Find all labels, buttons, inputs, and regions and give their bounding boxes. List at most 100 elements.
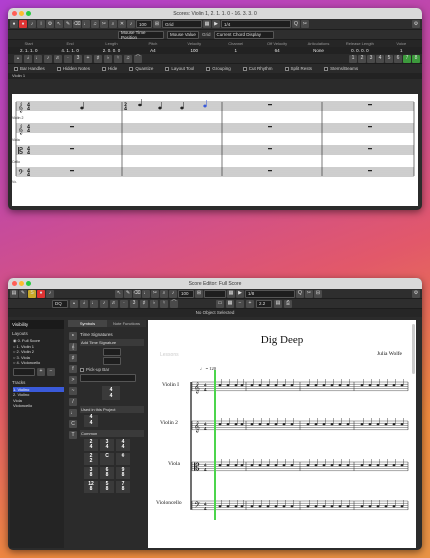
close-icon[interactable] (12, 11, 17, 16)
note[interactable] (314, 384, 318, 387)
note[interactable] (226, 505, 230, 508)
note[interactable] (234, 464, 238, 467)
play-icon[interactable]: ▶ (236, 289, 244, 298)
snap-select[interactable] (204, 289, 226, 298)
note[interactable] (218, 464, 222, 467)
note[interactable] (290, 464, 294, 467)
note[interactable] (338, 464, 342, 467)
note[interactable] (226, 384, 230, 387)
note[interactable] (314, 423, 318, 426)
note[interactable] (330, 423, 334, 426)
note[interactable] (290, 505, 294, 508)
note[interactable] (368, 505, 372, 508)
chord-icon[interactable]: C (69, 420, 77, 428)
listen-icon[interactable]: ♪ (46, 289, 54, 298)
opt-hide[interactable]: Hide (102, 66, 117, 71)
tab-visibility[interactable]: Visibility (10, 320, 64, 329)
close-icon[interactable] (12, 281, 17, 286)
note[interactable] (360, 423, 364, 426)
ts-numerator-field[interactable] (103, 348, 121, 356)
note[interactable] (80, 106, 84, 110)
note[interactable] (376, 464, 380, 467)
flat-icon[interactable]: ♭ (150, 299, 158, 308)
selected-note[interactable] (203, 104, 207, 108)
note[interactable] (330, 464, 334, 467)
note[interactable] (392, 464, 396, 467)
common-ts-item[interactable]: 22 (84, 453, 98, 465)
note[interactable] (274, 505, 278, 508)
draw-icon[interactable]: ✎ (124, 289, 132, 298)
dot-icon[interactable]: · (120, 299, 128, 308)
note-16-icon[interactable]: ♬ (110, 299, 118, 308)
note[interactable] (226, 423, 230, 426)
note[interactable] (368, 423, 372, 426)
common-ts-item[interactable]: 12 8 (84, 481, 98, 493)
erase-icon[interactable]: ⌫ (73, 20, 81, 28)
sharp-icon[interactable]: ♯ (140, 299, 148, 308)
note-tool-icon[interactable]: ♩ (142, 289, 150, 298)
zoom-icon[interactable] (26, 11, 31, 16)
tie-icon[interactable]: ⌒ (170, 299, 178, 308)
note[interactable] (384, 505, 388, 508)
voice-3-button[interactable]: 3 (367, 54, 375, 63)
quantize-select[interactable]: 1/8 (245, 289, 295, 298)
score-page-top[interactable]: 𝄞 𝄞 𝄡 𝄢 44 44 44 44 24 Violin 2 Viola Ce… (12, 94, 418, 206)
note[interactable] (338, 505, 342, 508)
note[interactable] (274, 464, 278, 467)
opt-split-rests[interactable]: Split Rests (284, 66, 312, 71)
quantize-icon[interactable]: Q (292, 20, 300, 28)
note[interactable] (250, 423, 254, 426)
quantize-icon[interactable]: Q (296, 289, 304, 298)
note[interactable] (360, 464, 364, 467)
note-4-icon[interactable]: ♩ (34, 54, 42, 63)
voice-2-button[interactable]: 2 (358, 54, 366, 63)
glue-icon[interactable]: ♫ (91, 20, 99, 28)
note[interactable] (330, 505, 334, 508)
note[interactable] (234, 423, 238, 426)
zoom-out-icon[interactable]: − (236, 299, 244, 308)
ts-preview[interactable]: 44 (102, 386, 120, 400)
triplet-icon[interactable]: 3 (130, 299, 138, 308)
print-icon[interactable]: ⎙ (284, 299, 292, 308)
note[interactable] (180, 106, 184, 110)
gear-icon[interactable]: ⚙ (412, 289, 420, 298)
value-articulations[interactable]: None (298, 48, 339, 53)
quantize-select[interactable]: 1/4 (221, 20, 291, 28)
note[interactable] (384, 384, 388, 387)
note[interactable] (392, 505, 396, 508)
scrollbar[interactable] (412, 324, 415, 374)
note[interactable] (218, 505, 222, 508)
note[interactable] (360, 505, 364, 508)
tempo-icon[interactable]: ♪ (169, 289, 177, 298)
note[interactable] (258, 505, 262, 508)
voice-7-button[interactable]: 7 (403, 54, 411, 63)
grace-icon[interactable]: ♫ (124, 54, 132, 63)
note[interactable] (306, 423, 310, 426)
note[interactable] (322, 423, 326, 426)
draw-icon[interactable]: ✎ (64, 20, 72, 28)
common-ts-item[interactable]: 58 (100, 481, 114, 493)
note[interactable] (240, 464, 244, 467)
note[interactable] (306, 464, 310, 467)
common-ts-item[interactable]: ¢ (116, 453, 130, 465)
insert-icon[interactable]: + (84, 54, 92, 63)
voice-1-button[interactable]: 1 (349, 54, 357, 63)
zoom-tool-icon[interactable]: ⌕ (160, 289, 168, 298)
note[interactable] (400, 464, 404, 467)
note-8-icon[interactable]: ♪ (44, 54, 52, 63)
note[interactable] (400, 384, 404, 387)
pen-icon[interactable]: ✎ (19, 289, 27, 298)
note[interactable] (266, 505, 270, 508)
pointer-icon[interactable]: ↖ (115, 289, 123, 298)
note[interactable] (322, 384, 326, 387)
page-icon[interactable]: ▭ (216, 299, 224, 308)
add-time-signature[interactable]: Add Time Signature (80, 339, 144, 346)
note[interactable] (250, 464, 254, 467)
zoom-field[interactable]: 2.2 (256, 299, 272, 308)
note[interactable] (306, 505, 310, 508)
value-length[interactable]: 2. 0. 0. 0 (91, 48, 132, 53)
note[interactable] (322, 505, 326, 508)
value-channel[interactable]: 1 (215, 48, 256, 53)
zoom-in-icon[interactable]: + (246, 299, 254, 308)
note[interactable] (266, 423, 270, 426)
